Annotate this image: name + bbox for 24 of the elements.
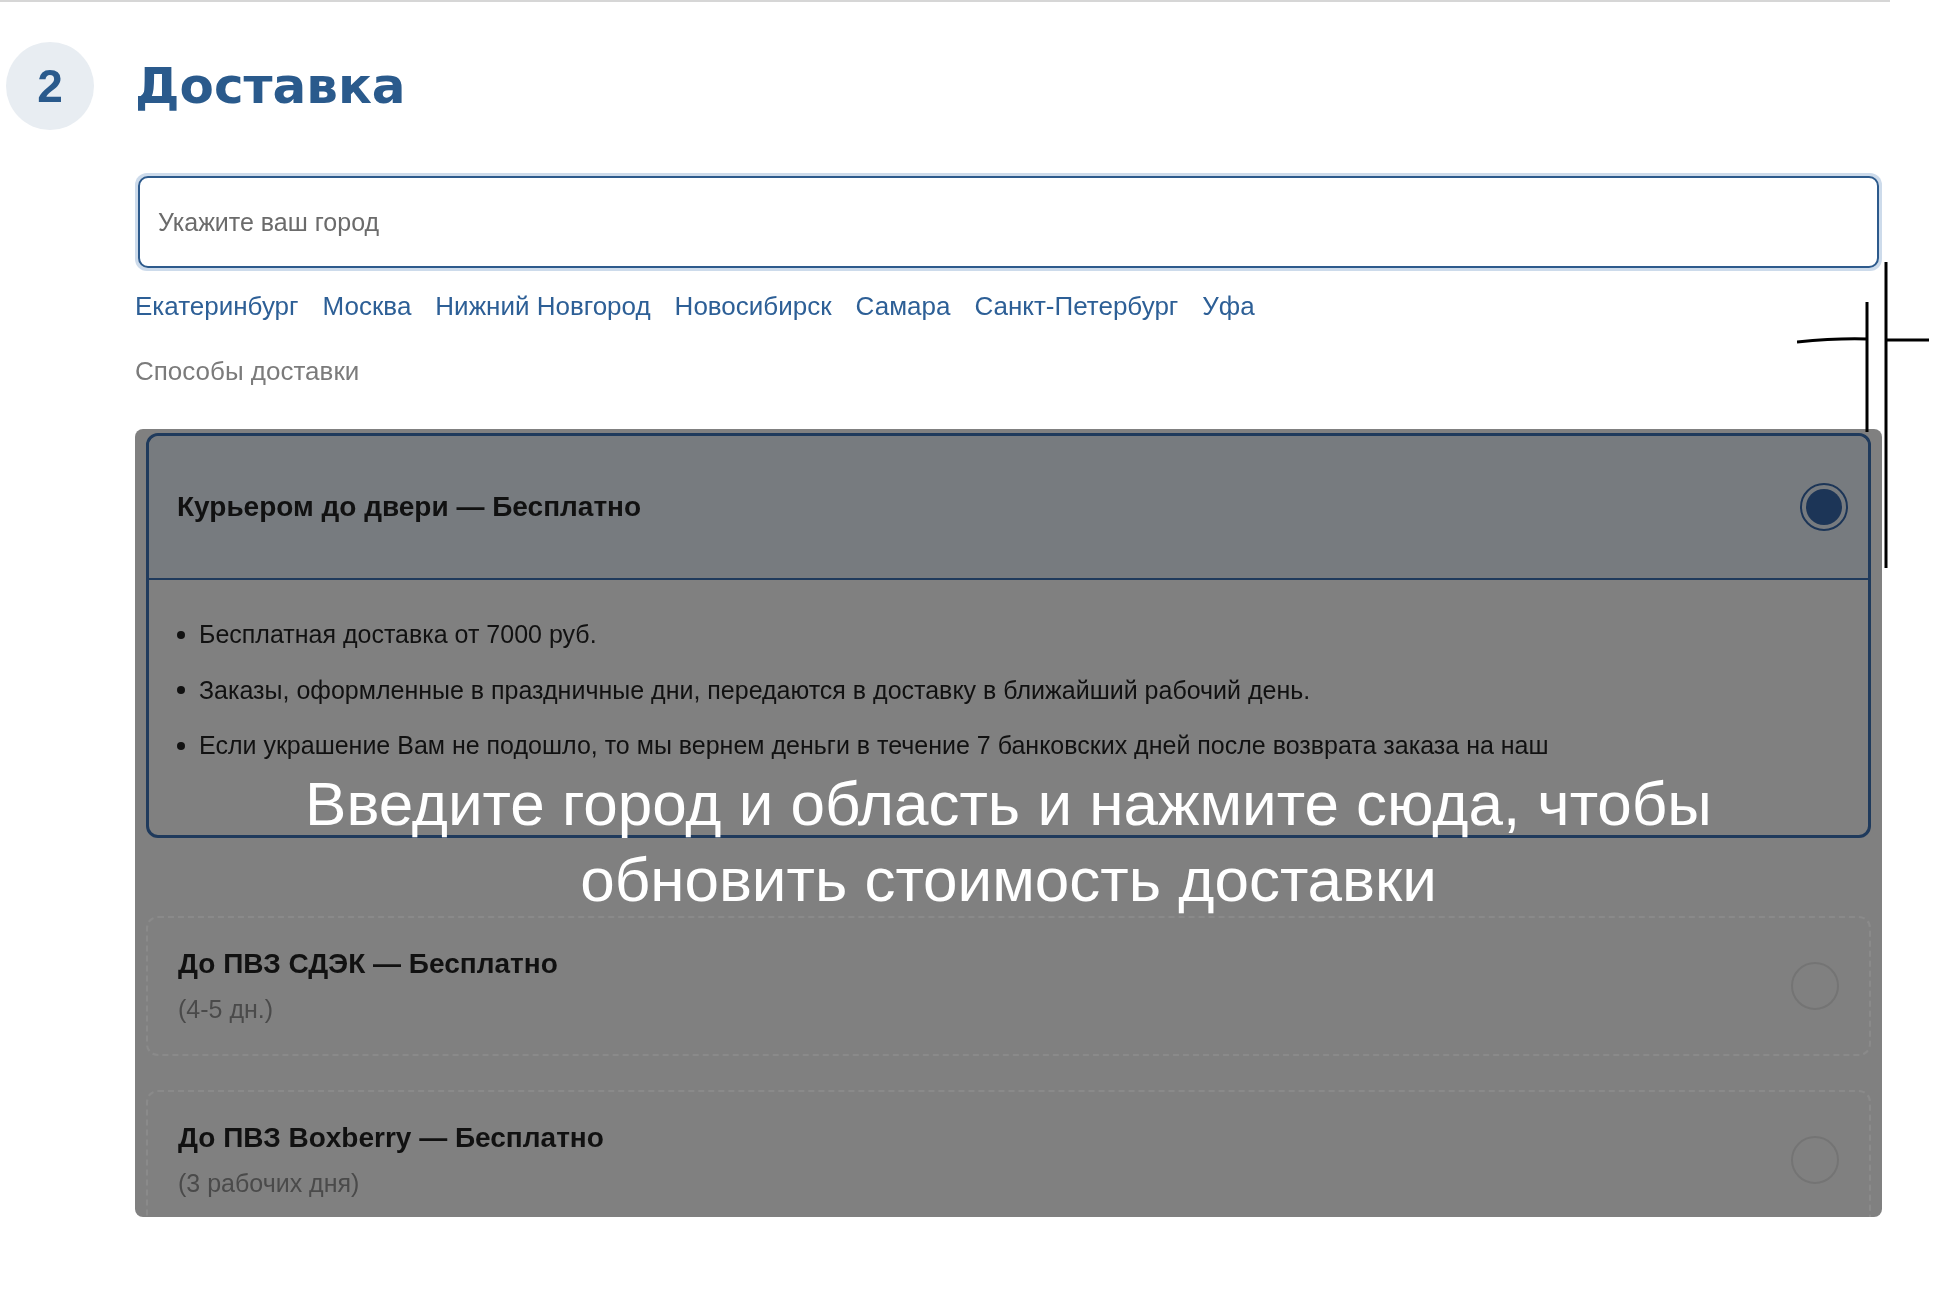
detail-text: Заказы, оформленные в праздничные дни, передаются в доставку в ближайший рабочий день. [199,674,1311,706]
detail-text: Бесплатная доставка от 7000 руб. [199,619,597,650]
bullet-icon [177,630,185,639]
option-title: До ПВЗ СДЭК — Бесплатно [178,946,558,981]
bullet-icon [177,686,185,695]
radio-button[interactable] [1800,483,1848,531]
city-link[interactable]: Москва [322,287,412,326]
option-title: До ПВЗ Boxberry — Бесплатно [178,1120,604,1155]
overlay-message[interactable]: Введите город и область и нажмите сюда, чтобы обновить стоимость доставки [228,766,1789,918]
option-title: Курьером до двери — Бесплатно [177,490,642,524]
city-link[interactable]: Самара [855,287,951,326]
city-link[interactable]: Санкт-Петербург [974,287,1179,326]
city-field[interactable]: Укажите ваш город [138,176,1879,268]
city-link[interactable]: Екатеринбург [135,287,299,326]
section-label: Способы доставки [135,355,361,388]
detail-text: Если украшение Вам не подошло, то мы вернем деньги в течение 7 банковских дней после возврата заказа на наш [199,730,1549,761]
section-title: Доставка [135,55,406,117]
step-number: 2 [6,42,94,130]
city-link[interactable]: Нижний Новгород [435,287,651,326]
crosshair-cursor-icon [1797,262,1929,568]
city-link[interactable]: Уфа [1202,287,1255,326]
bullet-icon [177,741,185,750]
delivery-option-card[interactable] [146,433,1871,838]
city-link[interactable]: Новосибирск [674,287,832,326]
